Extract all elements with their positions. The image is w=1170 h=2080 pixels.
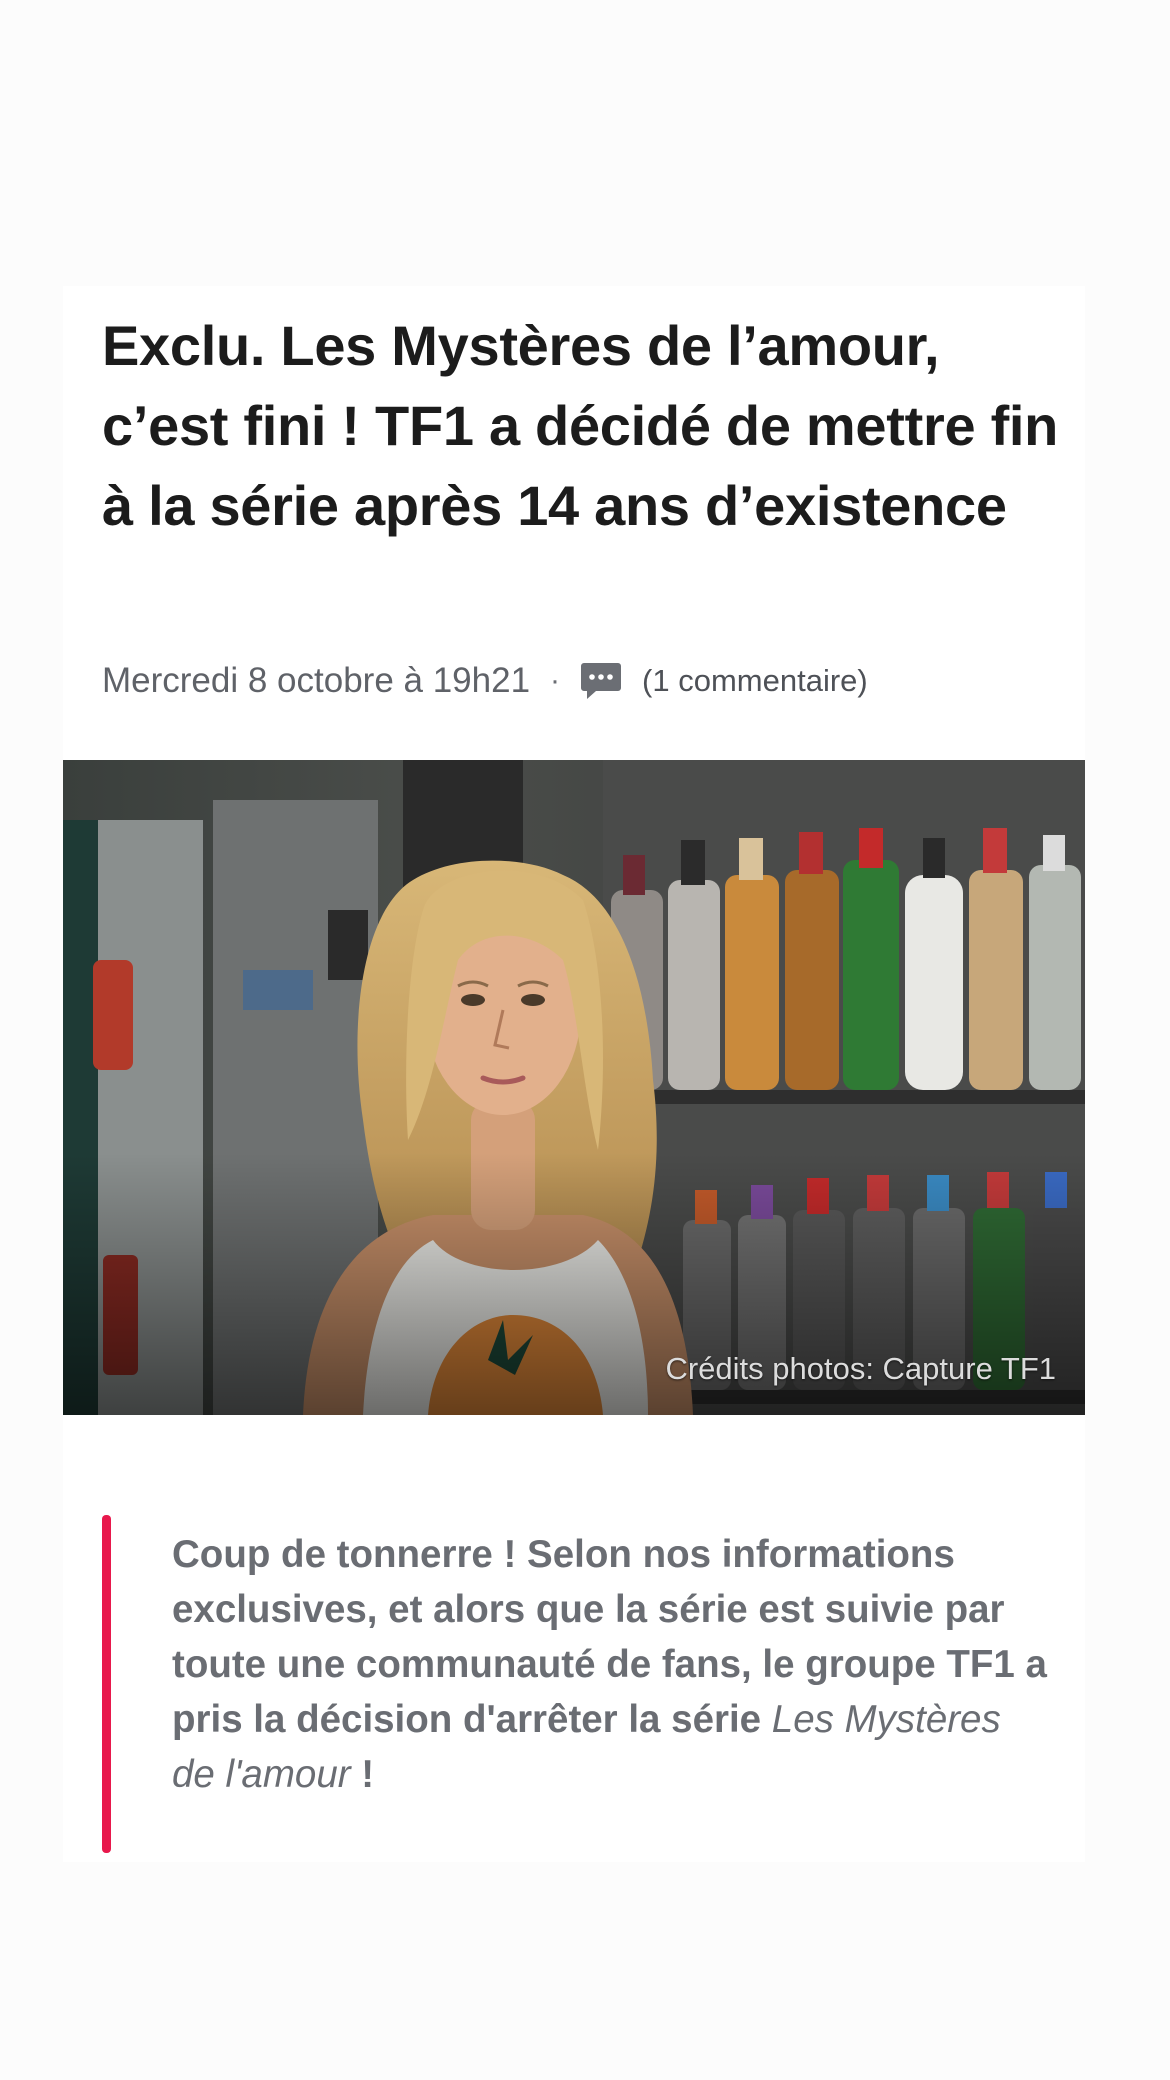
article-photo: Crédits photos: Capture TF1 [63, 760, 1085, 1415]
publish-date: Mercredi 8 octobre à 19h21 [102, 661, 531, 700]
meta-separator: · [550, 664, 561, 697]
article-title[interactable]: Exclu. Les Mystères de l’amour, c’est fi… [102, 306, 1062, 546]
lead-text-end: ! [350, 1753, 375, 1796]
comments-link[interactable]: (1 commentaire) [642, 663, 868, 699]
article-card: Exclu. Les Mystères de l’amour, c’est fi… [63, 286, 1085, 1862]
article-lead: Coup de tonnerre ! Selon nos information… [102, 1515, 1047, 1855]
lead-accent-bar [102, 1515, 111, 1853]
article-meta: Mercredi 8 octobre à 19h21 · (1 commenta… [102, 656, 868, 706]
lead-text: Coup de tonnerre ! Selon nos information… [172, 1527, 1052, 1802]
photo-credit: Crédits photos: Capture TF1 [665, 1351, 1056, 1386]
comment-icon[interactable] [580, 660, 622, 702]
